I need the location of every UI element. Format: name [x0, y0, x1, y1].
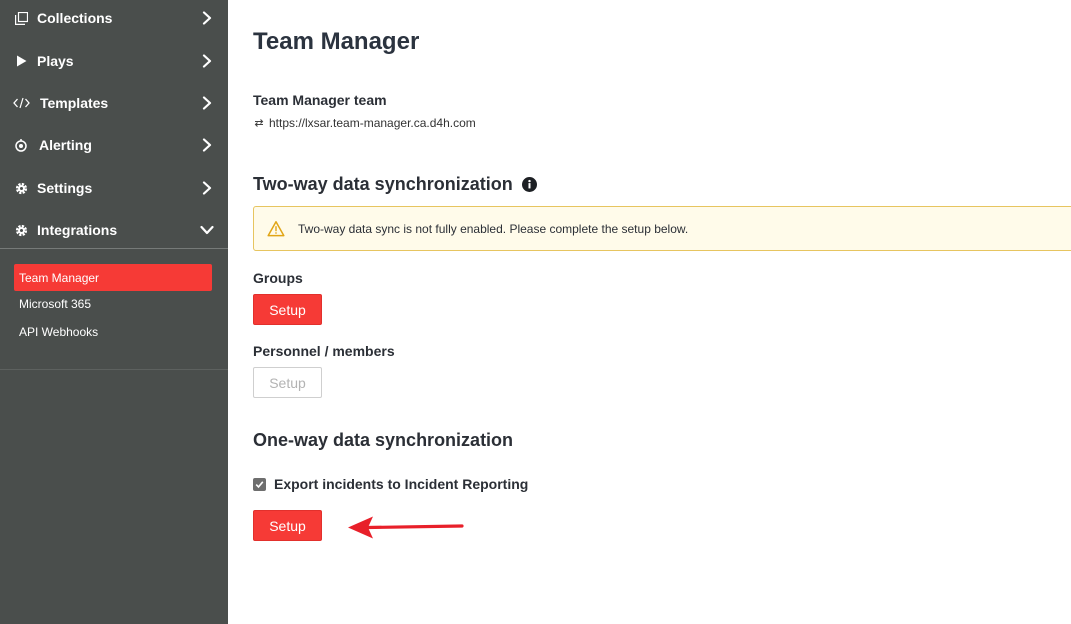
- chevron-right-icon: [200, 54, 214, 68]
- two-way-sync-heading: Two-way data synchronization: [253, 174, 537, 195]
- alerting-icon: [13, 137, 29, 153]
- setup-warning-alert: Two-way data sync is not fully enabled. …: [253, 206, 1071, 251]
- checkmark-icon: [255, 480, 264, 488]
- sidebar-item-label: Templates: [40, 95, 109, 111]
- chevron-right-icon: [200, 138, 214, 152]
- alert-message: Two-way data sync is not fully enabled. …: [298, 221, 689, 236]
- groups-label: Groups: [253, 270, 303, 286]
- sidebar-item-settings[interactable]: Settings: [0, 167, 228, 209]
- sidebar-item-label: Plays: [37, 53, 74, 69]
- sidebar: Collections Plays Templates Alerting Set…: [0, 0, 228, 624]
- sidebar-item-collections[interactable]: Collections: [0, 0, 228, 39]
- team-name: Team Manager team: [253, 92, 387, 108]
- export-incidents-label[interactable]: Export incidents to Incident Reporting: [274, 476, 528, 492]
- personnel-setup-button: Setup: [253, 367, 322, 398]
- personnel-label: Personnel / members: [253, 343, 395, 359]
- sidebar-item-label: Collections: [37, 10, 113, 26]
- sidebar-item-plays[interactable]: Plays: [0, 40, 228, 82]
- chevron-right-icon: [200, 11, 214, 25]
- team-url-row: https://lxsar.team-manager.ca.d4h.com: [253, 116, 476, 130]
- sidebar-subitem-microsoft-365[interactable]: Microsoft 365: [14, 290, 212, 317]
- two-way-sync-title: Two-way data synchronization: [253, 174, 513, 194]
- chevron-down-icon: [200, 223, 214, 237]
- sidebar-subitem-team-manager[interactable]: Team Manager: [14, 264, 212, 291]
- export-incidents-checkbox[interactable]: [253, 477, 266, 491]
- sidebar-item-templates[interactable]: Templates: [0, 82, 228, 124]
- export-incidents-row: Export incidents to Incident Reporting: [253, 476, 528, 492]
- annotation-arrow-icon: [348, 516, 464, 539]
- sidebar-subitem-api-webhooks[interactable]: API Webhooks: [14, 318, 212, 345]
- chevron-right-icon: [200, 96, 214, 110]
- play-icon: [13, 53, 29, 69]
- sidebar-item-integrations[interactable]: Integrations: [0, 209, 228, 251]
- collections-icon: [13, 10, 29, 26]
- code-icon: [12, 95, 30, 111]
- sidebar-item-label: Integrations: [37, 222, 118, 238]
- chevron-right-icon: [200, 181, 214, 195]
- main-content: Team Manager Team Manager team https://l…: [228, 0, 1071, 624]
- info-icon[interactable]: [521, 177, 537, 192]
- gear-icon: [13, 222, 29, 238]
- sidebar-item-label: Alerting: [39, 137, 92, 153]
- groups-setup-button[interactable]: Setup: [253, 294, 322, 325]
- sync-icon: [253, 117, 265, 129]
- export-setup-button[interactable]: Setup: [253, 510, 322, 541]
- team-url[interactable]: https://lxsar.team-manager.ca.d4h.com: [269, 116, 476, 130]
- gear-icon: [13, 180, 29, 196]
- warning-icon: [267, 221, 285, 237]
- one-way-sync-title: One-way data synchronization: [253, 430, 514, 450]
- integrations-submenu: Team Manager Microsoft 365 API Webhooks: [0, 249, 228, 370]
- sidebar-item-alerting[interactable]: Alerting: [0, 124, 228, 166]
- sidebar-item-label: Settings: [37, 180, 93, 196]
- page-title: Team Manager: [253, 28, 420, 55]
